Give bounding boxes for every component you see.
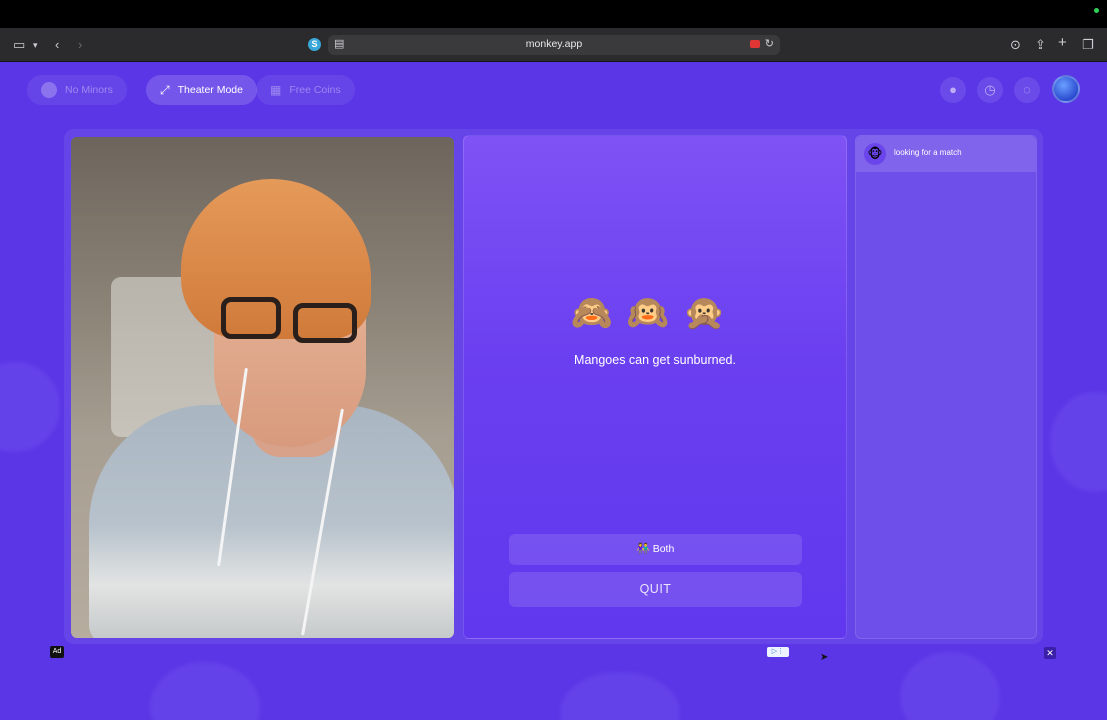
monkeys-icon: 🙈🙉🙊 xyxy=(570,294,740,332)
history-icon[interactable]: ◷ xyxy=(977,77,1003,103)
no-minors-toggle[interactable]: No Minors xyxy=(27,75,127,105)
chat-icon[interactable]: ◌ xyxy=(1014,77,1040,103)
background-decoration xyxy=(150,662,260,720)
background-decoration xyxy=(1050,392,1107,492)
forward-icon[interactable]: › xyxy=(78,37,82,53)
self-video xyxy=(71,137,454,638)
camera-recording-icon[interactable] xyxy=(750,40,760,48)
free-coins-button[interactable]: ▦ Free Coins xyxy=(256,75,355,105)
expand-icon: ⤢ xyxy=(160,82,170,97)
background-decoration xyxy=(900,652,1000,720)
address-bar[interactable]: ▤ monkey.app ↻ xyxy=(328,35,780,55)
no-minors-label: No Minors xyxy=(65,84,113,96)
match-panel: 🙈🙉🙊 Mangoes can get sunburned. 👫 Both QU… xyxy=(463,135,847,639)
couple-icon: 👫 xyxy=(636,543,650,555)
theater-mode-button[interactable]: ⤢ Theater Mode xyxy=(146,75,257,105)
match-status-row: 🐵 looking for a match xyxy=(856,136,1036,172)
ad-choices-icon[interactable]: ▷⋮ xyxy=(767,647,789,657)
sidebar-toggle-icon[interactable]: ▭ xyxy=(13,37,25,53)
menu-bar xyxy=(0,0,1107,28)
profile-icon[interactable]: ● xyxy=(940,77,966,103)
monkey-icon: 🐵 xyxy=(864,143,886,165)
quit-button[interactable]: QUIT xyxy=(509,572,802,607)
chat-panel: 🐵 looking for a match xyxy=(855,135,1037,639)
status-indicator-icon xyxy=(1094,8,1099,13)
fun-fact-text: Mangoes can get sunburned. xyxy=(574,353,736,367)
back-icon[interactable]: ‹ xyxy=(55,37,59,53)
cursor-icon: ➤ xyxy=(820,652,829,663)
gender-both-button[interactable]: 👫 Both xyxy=(509,534,802,565)
site-favicon-icon: S xyxy=(308,38,321,51)
match-status-text: looking for a match xyxy=(894,148,962,157)
gift-icon: ▦ xyxy=(270,83,282,97)
close-icon[interactable]: ✕ xyxy=(1044,647,1056,659)
browser-toolbar: ▭ ▾ ‹ › ▤ monkey.app ↻ ⊙ ⇪ + ❐ xyxy=(0,28,1107,62)
share-icon[interactable]: ⇪ xyxy=(1035,37,1046,53)
background-decoration xyxy=(560,672,680,720)
background-decoration xyxy=(0,362,60,452)
monkey-app-page: No Minors ⤢ Theater Mode ▦ Free Coins ● … xyxy=(0,62,1107,720)
chevron-down-icon[interactable]: ▾ xyxy=(33,37,38,53)
new-tab-icon[interactable]: + xyxy=(1058,35,1067,51)
free-coins-label: Free Coins xyxy=(289,84,341,96)
reload-icon[interactable]: ↻ xyxy=(765,37,774,50)
download-icon[interactable]: ⊙ xyxy=(1010,37,1021,53)
ad-badge: Ad xyxy=(50,646,64,658)
theater-mode-label: Theater Mode xyxy=(177,84,243,96)
tab-overview-icon[interactable]: ❐ xyxy=(1082,37,1094,53)
url-text: monkey.app xyxy=(525,38,583,50)
user-avatar[interactable] xyxy=(1052,75,1080,103)
gender-both-label: Both xyxy=(652,543,675,555)
no-minors-icon xyxy=(41,82,57,98)
